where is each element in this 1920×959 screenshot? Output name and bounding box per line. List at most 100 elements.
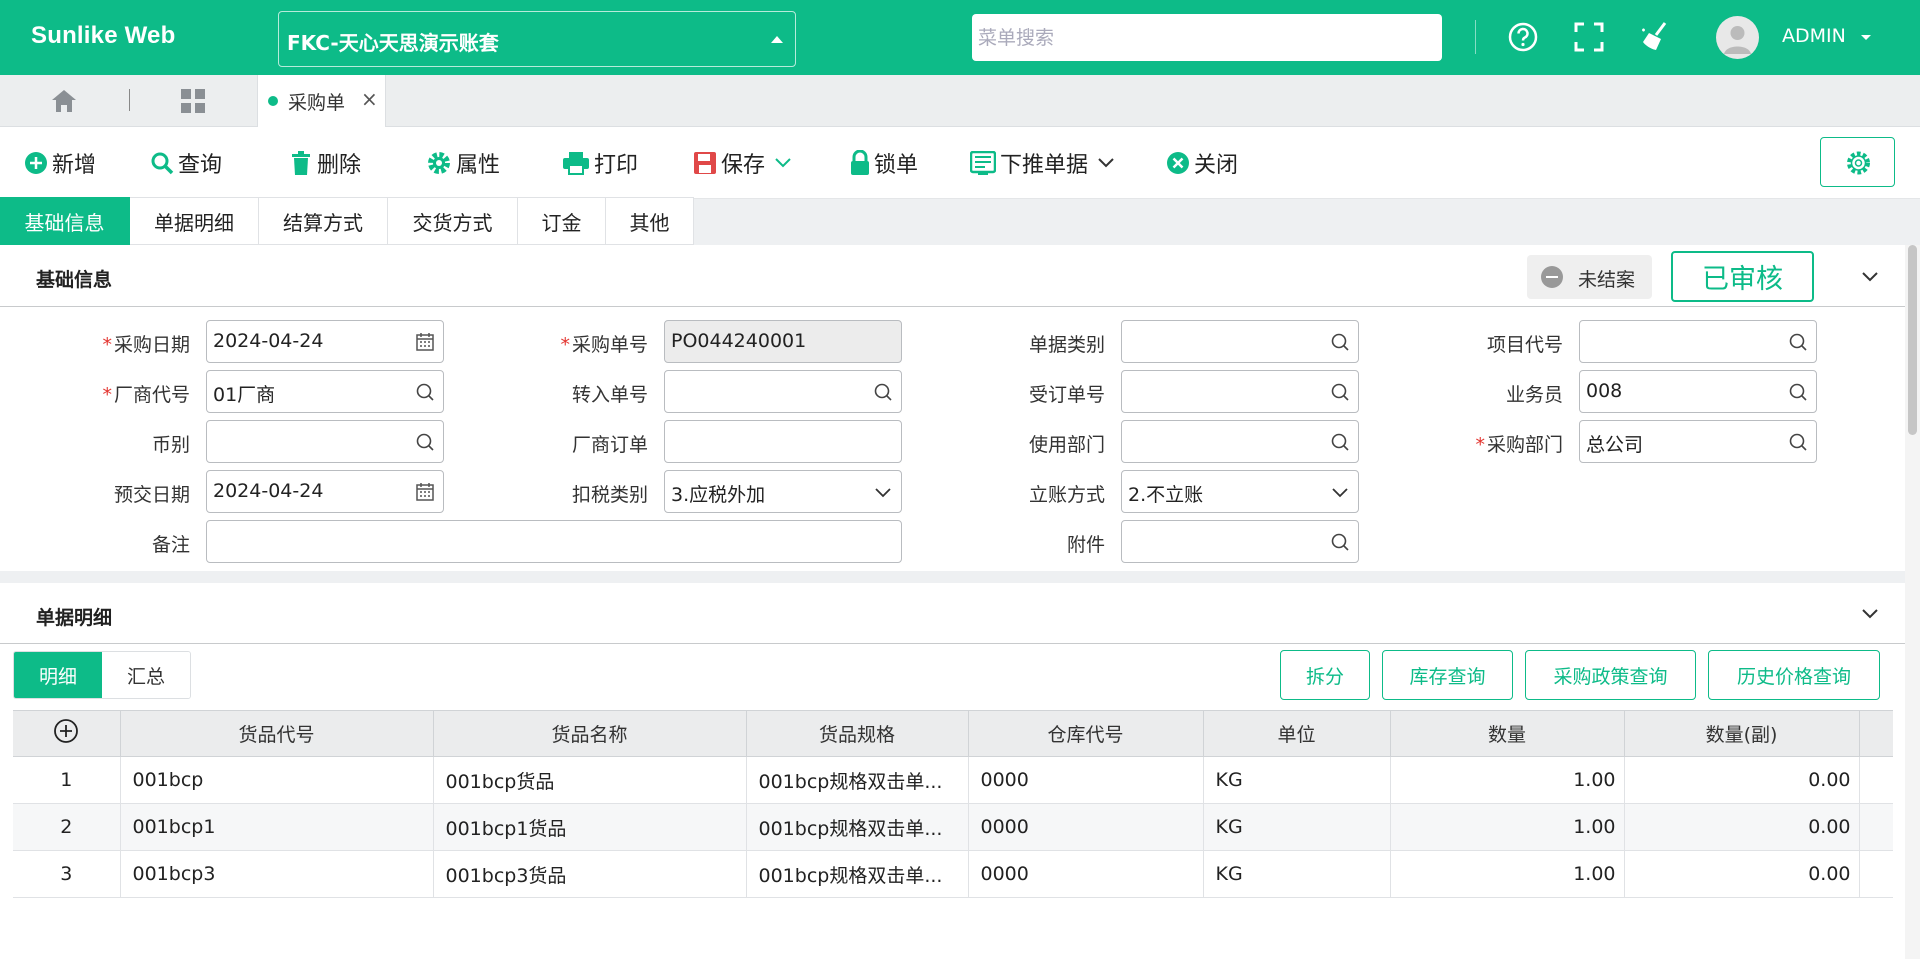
order-no-field[interactable] xyxy=(1121,370,1359,413)
purchase-no-field[interactable]: PO044240001 xyxy=(664,320,902,363)
tab-delivery[interactable]: 交货方式 xyxy=(388,197,518,245)
user-name[interactable]: ADMIN xyxy=(1782,25,1846,47)
cell-unit[interactable]: KG xyxy=(1203,803,1391,851)
table-row[interactable]: 1 001bcp 001bcp货品 001bcp规格双击单... 0000 KG… xyxy=(13,756,1893,804)
column-header[interactable]: 单位 xyxy=(1203,710,1391,757)
cell-unit[interactable]: KG xyxy=(1203,756,1391,804)
cell-spec[interactable]: 001bcp规格双击单... xyxy=(746,756,969,804)
chevron-down-icon[interactable] xyxy=(1330,482,1350,502)
close-tab-icon[interactable]: × xyxy=(361,87,378,111)
tab-document-detail[interactable]: 单据明细 xyxy=(130,197,259,245)
table-row[interactable]: 3 001bcp3 001bcp3货品 001bcp规格双击单... 0000 … xyxy=(13,850,1893,898)
tax-type-select[interactable]: 3.应税外加 xyxy=(664,470,902,513)
delete-button[interactable]: 删除 xyxy=(289,147,361,179)
new-button[interactable]: 新增 xyxy=(24,147,96,179)
cell-warehouse[interactable]: 0000 xyxy=(968,756,1204,804)
cell-product-name[interactable]: 001bcp货品 xyxy=(433,756,747,804)
purchase-dept-field[interactable]: 总公司 xyxy=(1579,420,1817,463)
column-header[interactable]: 数量(副) xyxy=(1624,710,1860,757)
search-icon[interactable] xyxy=(415,382,435,402)
cell-product-code[interactable]: 001bcp xyxy=(120,756,434,804)
lock-button[interactable]: 锁单 xyxy=(850,147,918,179)
currency-field[interactable] xyxy=(206,420,444,463)
collapse-chevron-icon[interactable] xyxy=(1862,272,1878,282)
query-button[interactable]: 查询 xyxy=(150,147,222,179)
table-row[interactable]: 2 001bcp1 001bcp1货品 001bcp规格双击单... 0000 … xyxy=(13,803,1893,851)
chevron-down-icon[interactable] xyxy=(873,482,893,502)
doc-type-field[interactable] xyxy=(1121,320,1359,363)
cell-product-name[interactable]: 001bcp3货品 xyxy=(433,850,747,898)
cell-quantity-secondary[interactable]: 0.00 xyxy=(1624,850,1860,898)
menu-search-input[interactable] xyxy=(972,14,1442,61)
calendar-icon[interactable] xyxy=(415,482,435,502)
column-header[interactable]: 货品名称 xyxy=(433,710,747,757)
close-button[interactable]: 关闭 xyxy=(1166,147,1238,179)
save-button[interactable]: 保存 xyxy=(693,147,795,179)
search-icon[interactable] xyxy=(873,382,893,402)
push-down-button[interactable]: 下推单据 xyxy=(970,147,1118,179)
chevron-down-icon[interactable] xyxy=(1098,158,1114,168)
search-icon[interactable] xyxy=(1330,532,1350,552)
purchase-date-field[interactable]: 2024-04-24 xyxy=(206,320,444,363)
cell-product-code[interactable]: 001bcp1 xyxy=(120,803,434,851)
print-button[interactable]: 打印 xyxy=(562,147,638,179)
search-icon[interactable] xyxy=(415,432,435,452)
add-row-header[interactable] xyxy=(13,710,121,757)
cell-product-name[interactable]: 001bcp1货品 xyxy=(433,803,747,851)
app-grid-icon[interactable] xyxy=(179,87,207,115)
remark-field[interactable] xyxy=(206,520,902,563)
project-code-field[interactable] xyxy=(1579,320,1817,363)
avatar[interactable] xyxy=(1716,16,1759,59)
tab-other[interactable]: 其他 xyxy=(606,197,694,245)
column-header[interactable]: 数量 xyxy=(1390,710,1625,757)
cell-product-code[interactable]: 001bcp3 xyxy=(120,850,434,898)
account-selector[interactable]: FKC-天心天思演示账套 xyxy=(278,11,796,67)
price-history-query-button[interactable]: 历史价格查询 xyxy=(1708,650,1880,700)
cell-warehouse[interactable]: 0000 xyxy=(968,850,1204,898)
vendor-code-field[interactable]: 01厂商 xyxy=(206,370,444,413)
transfer-no-field[interactable] xyxy=(664,370,902,413)
subtab-summary[interactable]: 汇总 xyxy=(102,652,190,698)
stock-query-button[interactable]: 库存查询 xyxy=(1382,650,1513,700)
home-icon[interactable] xyxy=(50,87,78,115)
split-button[interactable]: 拆分 xyxy=(1280,650,1370,700)
search-icon[interactable] xyxy=(1788,432,1808,452)
purchase-policy-query-button[interactable]: 采购政策查询 xyxy=(1525,650,1696,700)
attachment-field[interactable] xyxy=(1121,520,1359,563)
column-header[interactable]: 货品代号 xyxy=(120,710,434,757)
cell-quantity-secondary[interactable]: 0.00 xyxy=(1624,803,1860,851)
cell-spec[interactable]: 001bcp规格双击单... xyxy=(746,850,969,898)
account-method-select[interactable]: 2.不立账 xyxy=(1121,470,1359,513)
delivery-date-field[interactable]: 2024-04-24 xyxy=(206,470,444,513)
tab-basic-info[interactable]: 基础信息 xyxy=(0,197,130,245)
dept-used-field[interactable] xyxy=(1121,420,1359,463)
scrollbar-thumb[interactable] xyxy=(1908,245,1917,435)
page-scrollbar[interactable] xyxy=(1905,245,1920,959)
search-icon[interactable] xyxy=(1330,382,1350,402)
settings-button[interactable] xyxy=(1820,137,1895,187)
cell-quantity-secondary[interactable]: 0.00 xyxy=(1624,756,1860,804)
vendor-order-field[interactable] xyxy=(664,420,902,463)
tab-deposit[interactable]: 订金 xyxy=(518,197,606,245)
cell-quantity[interactable]: 1.00 xyxy=(1390,756,1625,804)
cell-quantity[interactable]: 1.00 xyxy=(1390,803,1625,851)
column-header[interactable]: 仓库代号 xyxy=(968,710,1204,757)
salesman-field[interactable]: 008 xyxy=(1579,370,1817,413)
cell-unit[interactable]: KG xyxy=(1203,850,1391,898)
calendar-icon[interactable] xyxy=(415,332,435,352)
collapse-chevron-icon[interactable] xyxy=(1862,609,1878,619)
tab-settlement[interactable]: 结算方式 xyxy=(259,197,388,245)
chevron-down-icon[interactable] xyxy=(775,158,791,168)
fullscreen-icon[interactable] xyxy=(1572,20,1606,54)
search-icon[interactable] xyxy=(1788,382,1808,402)
search-icon[interactable] xyxy=(1330,432,1350,452)
cell-warehouse[interactable]: 0000 xyxy=(968,803,1204,851)
cell-quantity[interactable]: 1.00 xyxy=(1390,850,1625,898)
properties-button[interactable]: 属性 xyxy=(426,147,500,179)
tab-purchase-order[interactable]: 采购单 × xyxy=(257,75,386,127)
cell-spec[interactable]: 001bcp规格双击单... xyxy=(746,803,969,851)
subtab-detail[interactable]: 明细 xyxy=(14,652,102,698)
broom-clear-icon[interactable] xyxy=(1639,20,1673,54)
search-icon[interactable] xyxy=(1788,332,1808,352)
add-circle-icon[interactable] xyxy=(53,718,79,744)
